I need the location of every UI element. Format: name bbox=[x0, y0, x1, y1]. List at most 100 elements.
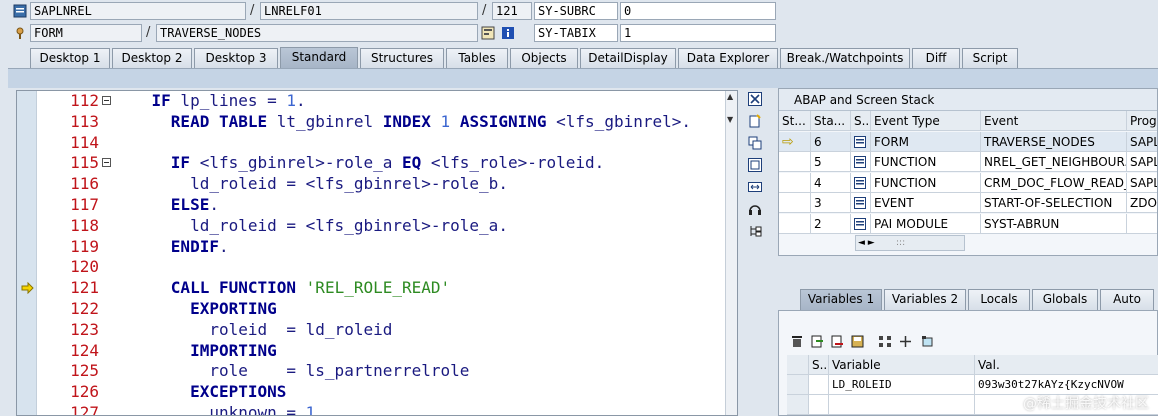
breakpoint-gutter[interactable] bbox=[17, 91, 37, 415]
stack-column-header[interactable]: Sta... bbox=[811, 111, 851, 131]
stack-cell-event[interactable]: SYST-ABRUN bbox=[981, 214, 1127, 234]
tab-objects[interactable]: Objects bbox=[510, 48, 578, 68]
info-row-program: SAPLNREL / LNRELF01 / 121 SY-SUBRC 0 bbox=[0, 0, 1158, 22]
tab-data-explorer[interactable]: Data Explorer bbox=[678, 48, 778, 68]
scroll-up-icon[interactable]: ▲ bbox=[727, 92, 733, 101]
info-icon[interactable] bbox=[500, 25, 516, 41]
stack-column-header[interactable]: St... bbox=[779, 111, 811, 131]
stack-cell-type[interactable]: EVENT bbox=[871, 193, 981, 214]
stack-type-icon[interactable] bbox=[851, 131, 871, 152]
stack-cell-type[interactable]: PAI MODULE bbox=[871, 214, 981, 234]
stack-cell-prog[interactable] bbox=[1127, 214, 1157, 234]
stack-cell-level[interactable]: 2 bbox=[811, 214, 851, 234]
tab-locals[interactable]: Locals bbox=[968, 289, 1030, 310]
stack-cell-level[interactable]: 5 bbox=[811, 152, 851, 173]
include-field[interactable]: LNRELF01 bbox=[260, 2, 478, 20]
line-number: 120 bbox=[70, 257, 99, 277]
stack-column-header[interactable]: S... bbox=[851, 111, 871, 131]
tab-detaildisplay[interactable]: DetailDisplay bbox=[580, 48, 676, 68]
stack-cell-type[interactable]: FUNCTION bbox=[871, 152, 981, 173]
stack-cell-prog[interactable]: SAPLC bbox=[1127, 172, 1157, 193]
stack-cell-prog[interactable]: SAPLN bbox=[1127, 152, 1157, 173]
tab-structures[interactable]: Structures bbox=[360, 48, 444, 68]
tab-diff[interactable]: Diff bbox=[912, 48, 960, 68]
tab-desktop-1[interactable]: Desktop 1 bbox=[30, 48, 110, 68]
stack-cell-type[interactable]: FUNCTION bbox=[871, 172, 981, 193]
event-name-field[interactable]: TRAVERSE_NODES bbox=[156, 24, 478, 42]
hierarchy-icon[interactable] bbox=[877, 333, 893, 349]
tab-desktop-2[interactable]: Desktop 2 bbox=[112, 48, 192, 68]
current-frame-arrow-icon[interactable]: ⇨ bbox=[779, 131, 811, 152]
empty-variable-cell[interactable] bbox=[787, 395, 809, 415]
row-selector-header[interactable] bbox=[787, 355, 809, 375]
export-icon[interactable] bbox=[829, 333, 845, 349]
move-icon[interactable] bbox=[897, 333, 913, 349]
scroll-left-right-icon[interactable]: ◄ ► bbox=[858, 238, 875, 248]
fold-toggle-icon[interactable] bbox=[101, 153, 113, 174]
current-frame-arrow-icon[interactable] bbox=[779, 172, 811, 193]
current-frame-arrow-icon[interactable] bbox=[779, 193, 811, 214]
stack-cell-type[interactable]: FORM bbox=[871, 131, 981, 152]
stack-type-icon[interactable] bbox=[851, 214, 871, 234]
scroll-down-icon[interactable]: ▼ bbox=[727, 115, 733, 124]
stack-column-header[interactable]: Event bbox=[981, 111, 1127, 131]
display-icon[interactable] bbox=[480, 25, 496, 41]
editor-scrollbar[interactable]: ▲ ▼ bbox=[725, 91, 737, 415]
stack-column-header[interactable]: Progr bbox=[1127, 111, 1157, 131]
watchpoint-icon[interactable] bbox=[919, 333, 935, 349]
save-variables-icon[interactable] bbox=[849, 333, 865, 349]
stack-cell-level[interactable]: 3 bbox=[811, 193, 851, 214]
structure-tree-icon[interactable] bbox=[746, 222, 764, 240]
tab-script[interactable]: Script bbox=[962, 48, 1018, 68]
tab-break-watchpoints[interactable]: Break./Watchpoints bbox=[780, 48, 910, 68]
source-code-editor[interactable]: 112 113 114 115 116 117 118 119 120 121 122 123 124 1… bbox=[16, 90, 738, 416]
tab-standard[interactable]: Standard bbox=[280, 47, 358, 68]
row-selector[interactable] bbox=[787, 375, 809, 395]
import-icon[interactable] bbox=[809, 333, 825, 349]
stack-cell-prog[interactable]: SAPLN bbox=[1127, 131, 1157, 152]
tab-variables-1[interactable]: Variables 1 bbox=[800, 289, 882, 310]
stack-type-icon[interactable] bbox=[851, 172, 871, 193]
new-document-icon[interactable] bbox=[746, 112, 764, 130]
resize-horizontal-icon[interactable] bbox=[746, 178, 764, 196]
close-icon[interactable] bbox=[746, 90, 764, 108]
variables-column-header[interactable]: Val. bbox=[975, 355, 1158, 375]
stack-hscroll[interactable]: ◄ ► ::: bbox=[855, 235, 965, 251]
tab-tables[interactable]: Tables bbox=[446, 48, 508, 68]
empty-variable-cell[interactable] bbox=[829, 395, 975, 415]
tab-auto[interactable]: Auto bbox=[1100, 289, 1154, 310]
stack-cell-event[interactable]: TRAVERSE_NODES bbox=[981, 131, 1127, 152]
maximize-icon[interactable] bbox=[746, 156, 764, 174]
stack-column-header[interactable]: Event Type bbox=[871, 111, 981, 131]
tab-globals[interactable]: Globals bbox=[1032, 289, 1098, 310]
stack-cell-level[interactable]: 4 bbox=[811, 172, 851, 193]
event-type-field[interactable]: FORM bbox=[30, 24, 142, 42]
event-icon bbox=[12, 25, 28, 41]
empty-variable-cell[interactable] bbox=[809, 395, 829, 415]
stack-type-icon[interactable] bbox=[851, 193, 871, 214]
variable-status[interactable] bbox=[809, 375, 829, 395]
variable-variable[interactable]: LD_ROLEID bbox=[829, 375, 975, 395]
stack-type-icon[interactable] bbox=[851, 152, 871, 173]
fold-toggle-icon[interactable] bbox=[101, 91, 113, 112]
line-number-field[interactable]: 121 bbox=[492, 2, 532, 20]
current-frame-arrow-icon[interactable] bbox=[779, 214, 811, 234]
stack-cell-prog[interactable]: ZDOC_ bbox=[1127, 193, 1157, 214]
current-frame-arrow-icon[interactable] bbox=[779, 152, 811, 173]
variables-column-header[interactable]: Variable bbox=[829, 355, 975, 375]
copy-icon[interactable] bbox=[746, 134, 764, 152]
headset-icon[interactable] bbox=[746, 200, 764, 218]
stack-cell-event[interactable]: START-OF-SELECTION bbox=[981, 193, 1127, 214]
line-number: 122 bbox=[70, 299, 99, 318]
delete-icon[interactable] bbox=[789, 333, 805, 349]
tab-variables-2[interactable]: Variables 2 bbox=[884, 289, 966, 310]
stack-cell-event[interactable]: CRM_DOC_FLOW_READ_... bbox=[981, 172, 1127, 193]
program-field[interactable]: SAPLNREL bbox=[30, 2, 246, 20]
tab-desktop-3[interactable]: Desktop 3 bbox=[194, 48, 278, 68]
stack-cell-event[interactable]: NREL_GET_NEIGHBOUR... bbox=[981, 152, 1127, 173]
stack-cell-level[interactable]: 6 bbox=[811, 131, 851, 152]
variables-column-header[interactable]: S... bbox=[809, 355, 829, 375]
variable-value[interactable]: 093w30t27kAYz{KzycNVOW bbox=[975, 375, 1158, 395]
